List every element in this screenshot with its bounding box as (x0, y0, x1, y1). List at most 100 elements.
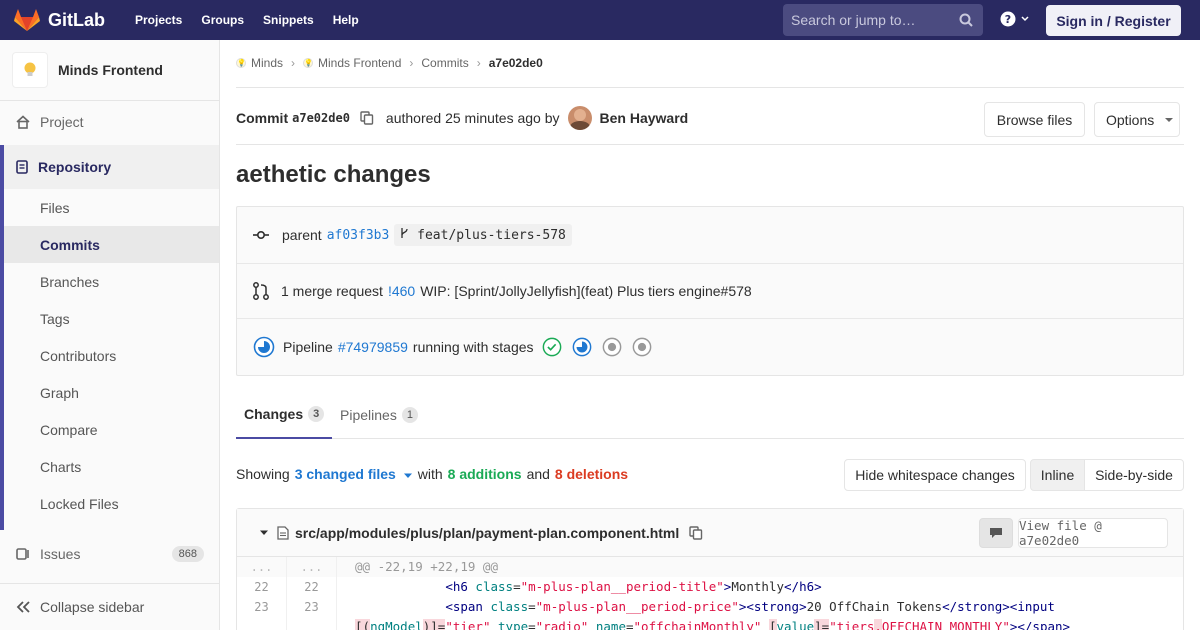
commit-title: aethetic changes (236, 161, 431, 188)
branch-tag[interactable]: feat/plus-tiers-578 (394, 224, 572, 246)
sidebar-item-branches[interactable]: Branches (4, 263, 219, 300)
side-by-side-button[interactable]: Side-by-side (1084, 459, 1184, 491)
diff-line: 22 22 <h6 class="m-plus-plan__period-tit… (237, 577, 1183, 597)
nav-groups[interactable]: Groups (201, 13, 244, 27)
sidebar: Minds Frontend Project Repository Files … (0, 40, 220, 630)
diff-stats: Showing 3 changed files with 8 additions… (236, 466, 628, 482)
chevron-right-icon: › (291, 56, 296, 70)
stage-passed-icon[interactable] (542, 337, 562, 357)
file-path[interactable]: src/app/modules/plus/plan/payment-plan.c… (295, 525, 679, 541)
brand-name: GitLab (48, 9, 105, 30)
new-line-number: ... (287, 557, 337, 577)
gitlab-logo[interactable]: GitLab (14, 8, 105, 32)
browse-files-button[interactable]: Browse files (984, 102, 1085, 137)
nav-help[interactable]: Help (333, 13, 359, 27)
sidebar-item-graph[interactable]: Graph (4, 374, 219, 411)
nav-snippets[interactable]: Snippets (263, 13, 314, 27)
copy-icon[interactable] (360, 111, 374, 125)
help-dropdown[interactable]: ? (1000, 11, 1030, 27)
pipeline-label: Pipeline (283, 339, 333, 355)
sidebar-item-compare[interactable]: Compare (4, 411, 219, 448)
diff-file-header: src/app/modules/plus/plan/payment-plan.c… (237, 509, 1183, 557)
with-label: with (417, 466, 443, 482)
sidebar-item-project[interactable]: Project (0, 102, 219, 142)
signin-button[interactable]: Sign in / Register (1046, 5, 1181, 36)
tab-count-badge: 3 (308, 405, 325, 422)
sidebar-item-label: Issues (40, 546, 81, 562)
diff-file: src/app/modules/plus/plan/payment-plan.c… (236, 508, 1184, 630)
project-avatar (12, 52, 48, 88)
merge-request-icon (253, 282, 269, 300)
code-line: [(ngModel)]="tier" type="radio" name="of… (337, 617, 1070, 630)
search-icon (959, 13, 973, 27)
breadcrumb-item[interactable]: Commits (421, 56, 468, 70)
new-line-number[interactable]: 22 (287, 577, 337, 597)
stage-running-icon[interactable] (572, 337, 592, 357)
parent-sha-link[interactable]: af03f3b3 (327, 228, 390, 243)
avatar[interactable] (567, 106, 592, 130)
breadcrumb-item[interactable]: Minds Frontend (318, 56, 401, 70)
sidebar-item-label: Project (40, 114, 84, 130)
pipeline-status: running with stages (412, 339, 534, 355)
double-chevron-left-icon (16, 601, 30, 613)
commit-label: Commit (236, 110, 289, 126)
parent-row: parent af03f3b3 feat/plus-tiers-578 (237, 207, 1183, 263)
breadcrumb: 💡 Minds › 💡 Minds Frontend › Commits › a… (236, 56, 543, 70)
sidebar-item-contributors[interactable]: Contributors (4, 337, 219, 374)
issues-icon (16, 547, 30, 561)
nav-projects[interactable]: Projects (135, 13, 182, 27)
caret-down-icon (403, 473, 412, 478)
pipeline-running-icon[interactable] (253, 336, 275, 358)
tab-pipelines[interactable]: Pipelines 1 (340, 390, 418, 439)
collapse-sidebar-button[interactable]: Collapse sidebar (0, 583, 219, 630)
diff-hunk-header: ... ... @@ -22,19 +22,19 @@ (237, 557, 1183, 577)
divider (236, 144, 1184, 145)
old-line-number[interactable]: 23 (237, 597, 287, 617)
sidebar-item-issues[interactable]: Issues 868 (0, 534, 219, 574)
copy-icon[interactable] (689, 525, 703, 540)
commit-icon (253, 230, 269, 240)
svg-text:?: ? (1005, 13, 1011, 26)
comment-icon (990, 528, 1002, 538)
breadcrumb-current[interactable]: a7e02de0 (489, 56, 543, 70)
old-line-number: ... (237, 557, 287, 577)
options-label: Options (1106, 111, 1155, 128)
sidebar-item-locked-files[interactable]: Locked Files (4, 485, 219, 522)
commit-info-box: parent af03f3b3 feat/plus-tiers-578 1 me… (236, 206, 1184, 376)
sidebar-project-header[interactable]: Minds Frontend (0, 40, 219, 101)
comment-toggle-button[interactable] (979, 518, 1013, 548)
sidebar-item-files[interactable]: Files (4, 189, 219, 226)
stage-created-icon[interactable] (632, 337, 652, 357)
merge-request-row: 1 merge request !460 WIP: [Sprint/JollyJ… (237, 263, 1183, 318)
mr-link[interactable]: !460 (388, 283, 415, 299)
hide-whitespace-button[interactable]: Hide whitespace changes (844, 459, 1026, 491)
options-dropdown[interactable]: Options (1094, 102, 1180, 137)
stage-created-icon[interactable] (602, 337, 622, 357)
divider (236, 87, 1184, 88)
caret-down-icon (1165, 117, 1174, 122)
tab-label: Pipelines (340, 406, 397, 423)
tanuki-icon (14, 9, 40, 31)
tab-count-badge: 1 (401, 406, 418, 423)
tab-changes[interactable]: Changes 3 (236, 390, 333, 439)
commit-sha: a7e02de0 (292, 111, 350, 125)
author-name[interactable]: Ben Hayward (600, 110, 689, 126)
sidebar-item-charts[interactable]: Charts (4, 448, 219, 485)
breadcrumb-item[interactable]: Minds (251, 56, 283, 70)
project-avatar-icon: 💡 (303, 58, 314, 68)
sidebar-item-tags[interactable]: Tags (4, 300, 219, 337)
hunk-header-text: @@ -22,19 +22,19 @@ (355, 559, 498, 574)
search-input[interactable]: Search or jump to… (783, 4, 983, 36)
collapse-caret-icon[interactable] (259, 530, 269, 536)
sidebar-item-repository[interactable]: Repository (0, 145, 219, 189)
pipeline-link[interactable]: #74979859 (338, 339, 408, 355)
code-line: <h6 class="m-plus-plan__period-title">Mo… (445, 579, 822, 594)
sidebar-item-commits[interactable]: Commits (4, 226, 219, 263)
new-line-number[interactable]: 23 (287, 597, 337, 617)
showing-label: Showing (236, 466, 290, 482)
inline-view-button[interactable]: Inline (1030, 459, 1085, 491)
view-file-button[interactable]: View file @ a7e02de0 (1018, 518, 1168, 548)
changed-files-dropdown[interactable]: 3 changed files (295, 466, 413, 482)
new-line-number (287, 617, 337, 630)
old-line-number[interactable]: 22 (237, 577, 287, 597)
